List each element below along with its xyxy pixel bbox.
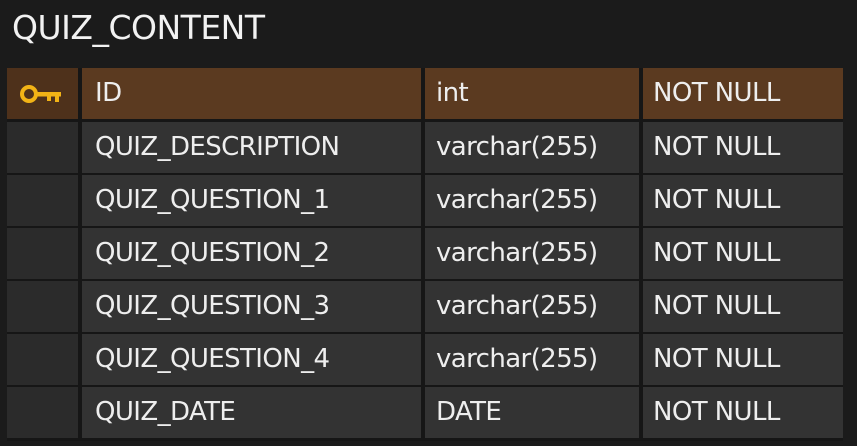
- column-name: QUIZ_DESCRIPTION: [82, 122, 421, 173]
- column-row-quiz-question-2[interactable]: QUIZ_QUESTION_2 varchar(255) NOT NULL: [7, 228, 843, 279]
- column-constraint: NOT NULL: [643, 68, 843, 119]
- column-row-quiz-question-3[interactable]: QUIZ_QUESTION_3 varchar(255) NOT NULL: [7, 281, 843, 332]
- column-row-quiz-date[interactable]: QUIZ_DATE DATE NOT NULL: [7, 387, 843, 438]
- table-title: QUIZ_CONTENT: [12, 8, 265, 47]
- column-constraint: NOT NULL: [643, 122, 843, 173]
- column-row-quiz-question-4[interactable]: QUIZ_QUESTION_4 varchar(255) NOT NULL: [7, 334, 843, 385]
- column-constraint: NOT NULL: [643, 175, 843, 226]
- column-type: varchar(255): [425, 122, 639, 173]
- column-type: varchar(255): [425, 281, 639, 332]
- column-name: QUIZ_QUESTION_2: [82, 228, 421, 279]
- column-constraint: NOT NULL: [643, 334, 843, 385]
- column-type: varchar(255): [425, 228, 639, 279]
- column-list: ID int NOT NULL QUIZ_DESCRIPTION varchar…: [7, 68, 843, 441]
- entity-table: QUIZ_CONTENT ID int NOT NULL QUIZ_DESCRI…: [0, 0, 857, 446]
- column-name: QUIZ_QUESTION_1: [82, 175, 421, 226]
- column-row-quiz-description[interactable]: QUIZ_DESCRIPTION varchar(255) NOT NULL: [7, 122, 843, 173]
- column-name: QUIZ_QUESTION_4: [82, 334, 421, 385]
- primary-key-cell: [7, 68, 78, 119]
- column-type: varchar(255): [425, 334, 639, 385]
- key-cell: [7, 175, 78, 226]
- column-row-quiz-question-1[interactable]: QUIZ_QUESTION_1 varchar(255) NOT NULL: [7, 175, 843, 226]
- key-cell: [7, 228, 78, 279]
- column-type: DATE: [425, 387, 639, 438]
- column-name: ID: [82, 68, 421, 119]
- key-icon: [20, 85, 61, 103]
- key-cell: [7, 387, 78, 438]
- column-constraint: NOT NULL: [643, 281, 843, 332]
- column-type: varchar(255): [425, 175, 639, 226]
- key-cell: [7, 334, 78, 385]
- key-cell: [7, 122, 78, 173]
- column-type: int: [425, 68, 639, 119]
- column-constraint: NOT NULL: [643, 228, 843, 279]
- column-name: QUIZ_DATE: [82, 387, 421, 438]
- column-name: QUIZ_QUESTION_3: [82, 281, 421, 332]
- column-constraint: NOT NULL: [643, 387, 843, 438]
- key-cell: [7, 281, 78, 332]
- column-row-id[interactable]: ID int NOT NULL: [7, 68, 843, 119]
